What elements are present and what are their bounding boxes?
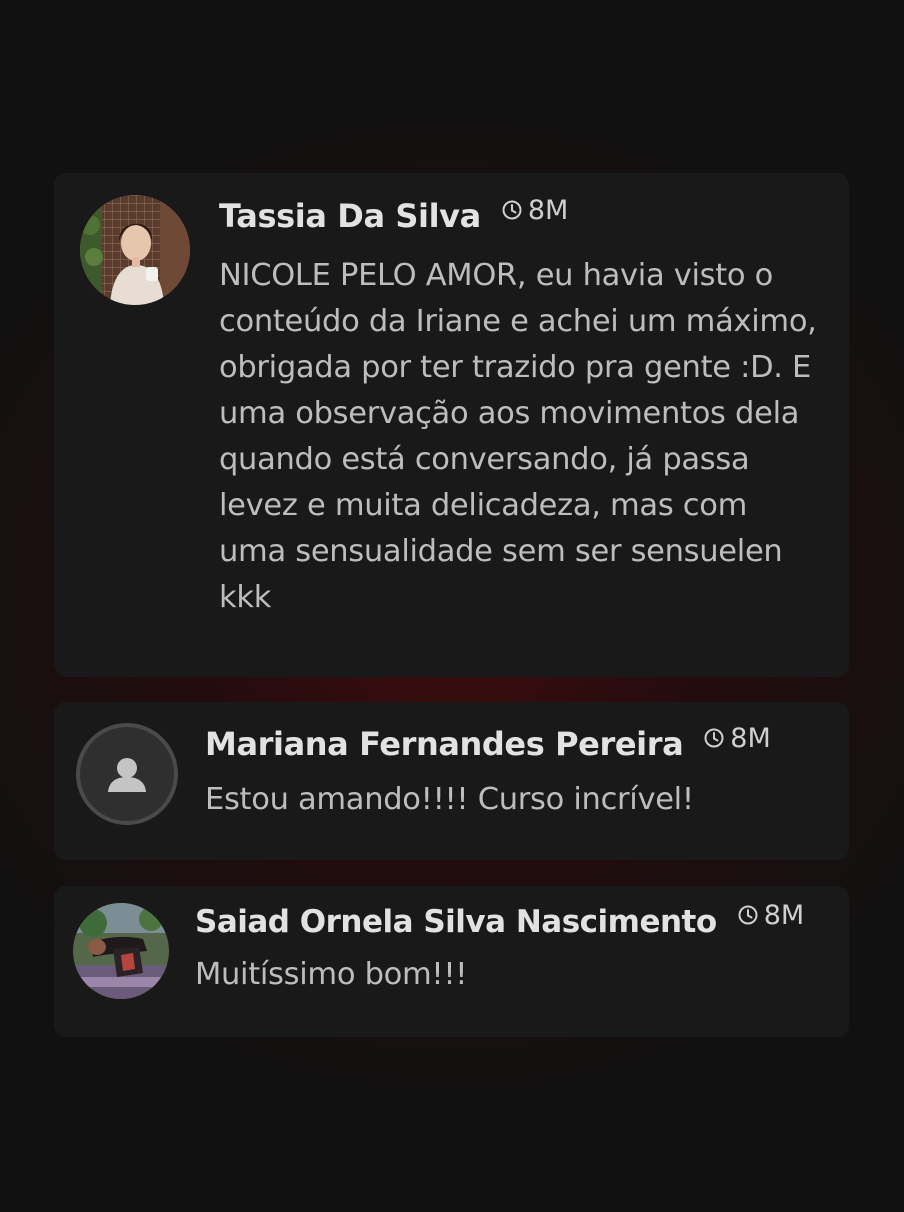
avatar[interactable] [76, 723, 178, 825]
time-label: 8M [730, 722, 771, 754]
comment-text: Estou amando!!!! Curso incrível! [205, 782, 694, 817]
comment-header: Mariana Fernandes Pereira 8M [205, 722, 771, 764]
time-label: 8M [527, 194, 569, 226]
avatar-photo [73, 903, 169, 999]
avatar-photo [80, 195, 190, 305]
clock-icon [501, 199, 523, 221]
comment-card: Saiad Ornela Silva Nascimento 8M Muitíss… [54, 886, 849, 1037]
avatar[interactable] [80, 195, 190, 305]
comment-text: NICOLE PELO AMOR, eu havia visto o conte… [219, 258, 817, 615]
clock-icon [703, 727, 725, 749]
comment-card: Mariana Fernandes Pereira 8M Estou amand… [54, 702, 849, 860]
clock-icon [737, 904, 759, 926]
comment-text: Muitíssimo bom!!! [195, 957, 468, 992]
comment-time: 8M [703, 722, 771, 754]
comment-card: Tassia Da Silva 8M NICOLE PELO AMOR, eu … [54, 173, 849, 677]
time-label: 8M [763, 899, 805, 931]
user-icon [108, 758, 146, 792]
author-name[interactable]: Saiad Ornela Silva Nascimento [195, 904, 717, 940]
author-name[interactable]: Tassia Da Silva [219, 197, 481, 235]
comment-header: Saiad Ornela Silva Nascimento 8M [195, 900, 804, 941]
avatar[interactable] [73, 903, 169, 999]
author-name[interactable]: Mariana Fernandes Pereira [205, 725, 684, 763]
comment-header: Tassia Da Silva 8M [219, 195, 568, 236]
comment-time: 8M [737, 900, 804, 931]
comment-time: 8M [501, 195, 568, 226]
